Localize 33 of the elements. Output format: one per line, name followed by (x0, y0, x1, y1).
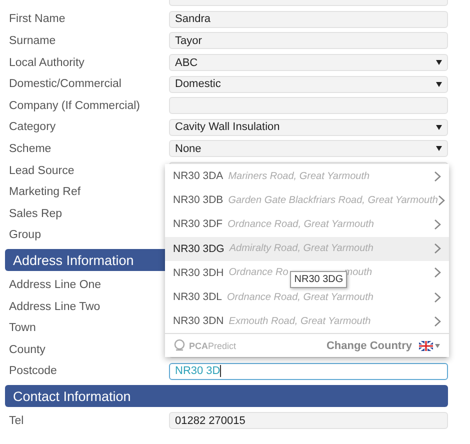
field-label: Sales Rep (8, 208, 64, 220)
field-label: Postcode (8, 365, 58, 378)
field-label: Tel (8, 414, 25, 427)
field-label: County (8, 344, 46, 356)
select-field[interactable]: Cavity Wall Insulation (169, 118, 448, 136)
address-suggestion[interactable]: NR30 3DB Garden Gate Blackfriars Road, Great Yarmouth (165, 188, 449, 212)
field-label: Lead Source (8, 164, 76, 177)
input-field[interactable]: Tayor (169, 32, 448, 50)
address-suggestion[interactable]: NR30 3DF Ordnance Road, Great Yarmouth (165, 212, 449, 237)
field-label: Address Line One (8, 278, 102, 291)
tooltip: NR30 3DG (290, 270, 348, 288)
address-suggestion[interactable]: NR30 3DG Admiralty Road, Great Yarmouth (165, 236, 449, 261)
brand-logo: PCAPredict (189, 340, 236, 351)
field-label: Scheme (8, 142, 52, 155)
field-label: Group (8, 229, 42, 242)
change-country-link[interactable]: Change Country (326, 340, 412, 352)
field-label: Category (8, 121, 57, 134)
field-label: Address Line Two (8, 300, 102, 313)
field-label: Town (8, 322, 37, 334)
field-label: Surname (8, 34, 57, 47)
select-field[interactable]: Domestic (169, 76, 448, 93)
address-suggestion[interactable]: NR30 3DN Exmouth Road, Great Yarmouth (165, 309, 449, 334)
address-suggestion[interactable]: NR30 3DA Mariners Road, Great Yarmouth (165, 164, 449, 188)
field-label: Company (If Commercial) (8, 100, 141, 112)
field-label: Local Authority (8, 56, 86, 69)
input-field[interactable]: Sandra (169, 10, 448, 28)
section-header: Contact Information (5, 385, 448, 408)
field-label: Marketing Ref (8, 186, 82, 198)
input-field[interactable]: 01282 270015 (169, 412, 448, 430)
select-field[interactable]: None (169, 140, 448, 158)
field-label: First Name (8, 13, 66, 26)
field-label: Domestic/Commercial (8, 78, 122, 90)
select-field[interactable]: ABC (169, 54, 448, 72)
